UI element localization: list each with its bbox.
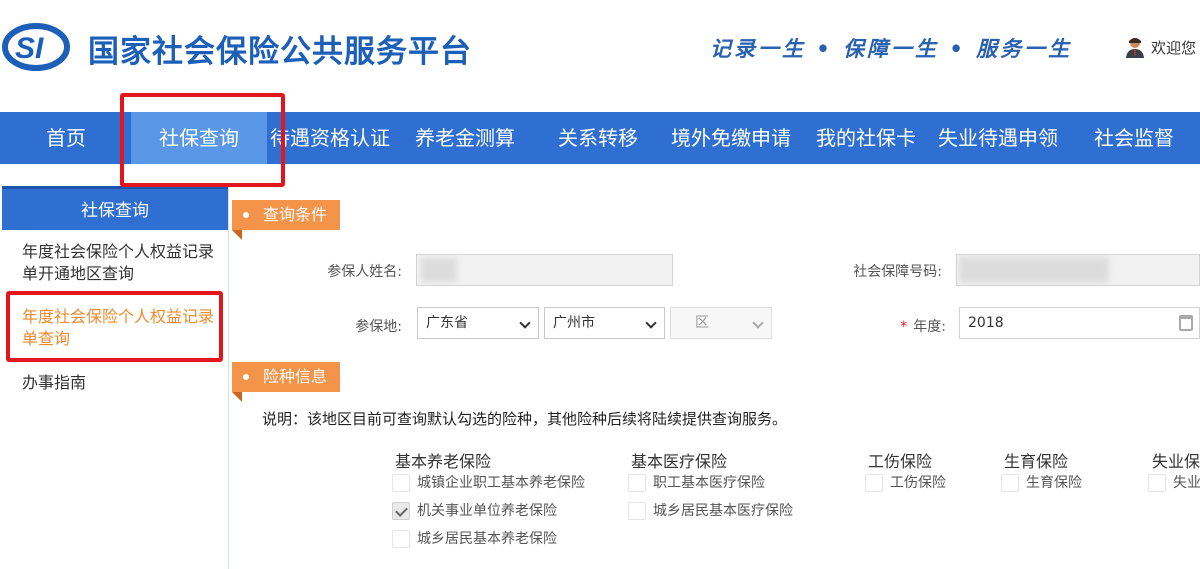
insurance-section-title: 险种信息 (263, 367, 328, 386)
query-section-tag: 查询条件 (232, 200, 340, 240)
year-value: 2018 (968, 315, 1004, 331)
calendar-icon[interactable] (1179, 315, 1193, 331)
bullet-icon (243, 212, 249, 218)
checkbox[interactable] (1001, 474, 1019, 492)
district-value: 区 (695, 315, 709, 331)
social-insurance-logo[interactable]: SI (2, 22, 70, 72)
city-select[interactable]: 广州市 (544, 307, 665, 339)
category-medical: 基本医疗保险 (631, 452, 728, 471)
chevron-down-icon (645, 317, 657, 329)
sidebar-title: 社保查询 (2, 186, 228, 230)
main-content: 查询条件 参保人姓名: 社会保障号码: 参保地: 广东省 广州市 区 * 年度: … (230, 186, 1200, 569)
province-value: 广东省 (426, 315, 468, 331)
option-label: 机关事业单位养老保险 (417, 503, 557, 519)
nav-my-social-card[interactable]: 我的社保卡 (816, 112, 916, 164)
checkbox[interactable] (628, 502, 646, 520)
sidebar-item-guide[interactable]: 办事指南 (22, 372, 218, 394)
name-field[interactable] (416, 254, 673, 286)
name-label: 参保人姓名: (327, 264, 402, 280)
insurance-section-tag: 险种信息 (232, 362, 340, 402)
year-label: * 年度: (870, 316, 946, 336)
province-select[interactable]: 广东省 (417, 307, 539, 339)
nav-relation-transfer[interactable]: 关系转移 (558, 112, 638, 164)
category-unemployment: 失业保险 (1152, 452, 1200, 471)
checkbox-checked[interactable] (392, 502, 410, 520)
option-label: 城乡居民基本养老保险 (417, 531, 557, 547)
city-value: 广州市 (553, 315, 595, 331)
welcome-text[interactable]: 欢迎您 (1151, 37, 1196, 58)
nav-overseas-exemption[interactable]: 境外免缴申请 (671, 112, 791, 164)
logo-text: SI (15, 32, 44, 65)
highlight-nav-query (120, 93, 285, 187)
insurance-note: 说明：该地区目前可查询默认勾选的险种，其他险种后续将陆续提供查询服务。 (262, 410, 788, 428)
location-label: 参保地: (355, 319, 402, 335)
option-label: 生育保险 (1026, 475, 1082, 491)
checkbox[interactable] (865, 474, 883, 492)
option-label: 职工基本医疗保险 (653, 475, 765, 491)
highlight-sidebar-record-query (6, 291, 223, 362)
checkbox[interactable] (1148, 474, 1166, 492)
nav-pension-calculator[interactable]: 养老金测算 (415, 112, 515, 164)
bullet-icon (243, 374, 249, 380)
user-avatar-icon[interactable] (1124, 36, 1146, 58)
required-marker: * (900, 319, 908, 335)
sidebar: 社保查询 年度社会保险个人权益记录单开通地区查询 年度社会保险个人权益记录单查询… (0, 186, 229, 569)
nav-home[interactable]: 首页 (46, 112, 86, 164)
nav-unemployment-claim[interactable]: 失业待遇申领 (938, 112, 1058, 164)
year-label-text: 年度: (913, 319, 946, 335)
nav-social-supervision[interactable]: 社会监督 (1094, 112, 1174, 164)
district-select[interactable]: 区 (670, 307, 772, 339)
option-label: 城乡居民基本医疗保险 (653, 503, 793, 519)
category-pension: 基本养老保险 (395, 452, 492, 471)
nav-benefit-qualification[interactable]: 待遇资格认证 (270, 112, 390, 164)
category-work-injury: 工伤保险 (868, 452, 933, 471)
query-section-title: 查询条件 (263, 205, 328, 224)
site-title[interactable]: 国家社会保险公共服务平台 (88, 26, 472, 71)
chevron-down-icon (752, 317, 764, 329)
option-label: 失业保险 (1173, 475, 1200, 491)
option-unemployment[interactable]: 失业保险 (1148, 474, 1200, 494)
checkbox[interactable] (392, 530, 410, 548)
year-field[interactable]: 2018 (959, 307, 1200, 339)
checkbox[interactable] (392, 474, 410, 492)
checkbox[interactable] (628, 474, 646, 492)
category-maternity: 生育保险 (1004, 452, 1069, 471)
site-slogan: 记录一生 • 保障一生 • 服务一生 (710, 36, 1073, 61)
redacted-ssn (959, 257, 1109, 283)
ssn-label: 社会保障号码: (853, 264, 942, 280)
option-label: 工伤保险 (890, 475, 946, 491)
ssn-field[interactable] (956, 254, 1200, 286)
sidebar-item-open-regions[interactable]: 年度社会保险个人权益记录单开通地区查询 (22, 241, 218, 285)
option-label: 城镇企业职工基本养老保险 (417, 475, 585, 491)
redacted-name (421, 258, 457, 282)
chevron-down-icon (519, 317, 531, 329)
